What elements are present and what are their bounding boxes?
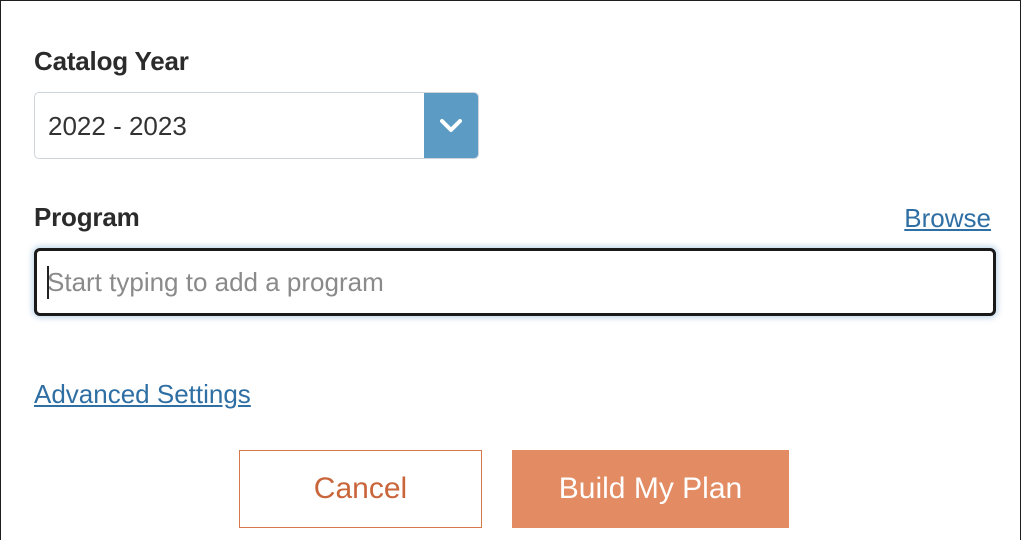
browse-link[interactable]: Browse <box>904 203 991 234</box>
text-caret <box>47 266 49 299</box>
advanced-settings-link[interactable]: Advanced Settings <box>34 379 251 410</box>
program-search-input[interactable] <box>47 251 983 313</box>
dialog-panel: Catalog Year 2022 - 2023 Program Browse … <box>0 0 1021 540</box>
program-label: Program <box>34 202 140 232</box>
build-my-plan-button[interactable]: Build My Plan <box>512 450 789 528</box>
cancel-button[interactable]: Cancel <box>239 450 482 528</box>
catalog-year-select[interactable]: 2022 - 2023 <box>34 92 479 159</box>
select-arrow-button[interactable] <box>424 93 478 158</box>
chevron-down-icon <box>440 118 462 132</box>
catalog-year-label: Catalog Year <box>34 46 189 76</box>
program-input-container[interactable] <box>34 248 996 316</box>
catalog-year-value: 2022 - 2023 <box>48 111 187 141</box>
